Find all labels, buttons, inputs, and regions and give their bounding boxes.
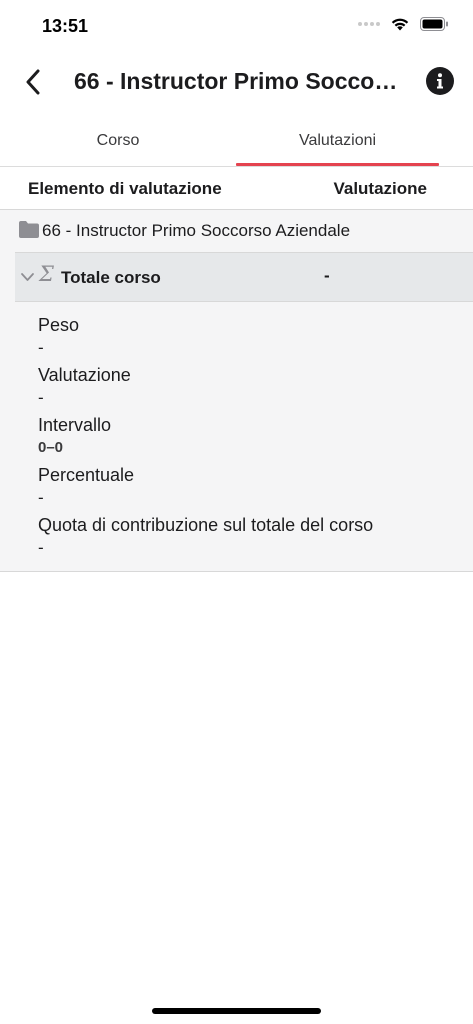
back-button[interactable]: [18, 65, 48, 99]
course-row: 66 - Instructor Primo Soccorso Aziendale: [0, 210, 473, 252]
detail-grade: Valutazione -: [38, 364, 458, 414]
info-button[interactable]: [426, 67, 454, 95]
detail-value: 0–0: [38, 439, 64, 456]
course-name: 66 - Instructor Primo Soccorso Aziendale: [42, 221, 351, 240]
tab-bar: Corso Valutazioni: [0, 115, 473, 167]
sigma-icon: Σ: [39, 262, 54, 286]
tab-valutazioni[interactable]: Valutazioni: [236, 115, 439, 167]
detail-label: Peso: [38, 315, 80, 335]
status-time: 13:51: [42, 16, 89, 36]
detail-value: -: [38, 538, 44, 557]
detail-weight: Peso -: [38, 314, 458, 364]
detail-value: -: [38, 388, 44, 407]
grades-table: 66 - Instructor Primo Soccorso Aziendale…: [0, 210, 473, 572]
chevron-left-icon: [26, 69, 40, 95]
detail-label: Percentuale: [38, 465, 135, 485]
column-header-element: Elemento di valutazione: [28, 179, 222, 198]
total-details: Peso - Valutazione - Intervallo 0–0 Perc…: [38, 314, 458, 564]
detail-label: Quota di contribuzione sul totale del co…: [38, 515, 374, 535]
column-header-grade: Valutazione: [333, 179, 427, 198]
folder-icon: [19, 221, 39, 238]
battery-icon: [420, 16, 448, 31]
detail-contribution: Quota di contribuzione sul totale del co…: [38, 514, 458, 564]
detail-percentage: Percentuale -: [38, 464, 458, 514]
table-header: Elemento di valutazione Valutazione: [0, 168, 473, 210]
navigation-bar: 66 - Instructor Primo Soccorso Aziendale: [0, 55, 473, 110]
status-icons: [358, 16, 449, 31]
total-course-value: -: [324, 266, 330, 285]
status-bar: 13:51: [0, 0, 473, 50]
detail-value: -: [38, 488, 44, 507]
wifi-icon: [391, 18, 409, 31]
detail-label: Valutazione: [38, 365, 131, 385]
tab-corso[interactable]: Corso: [0, 115, 236, 167]
chevron-down-icon[interactable]: [20, 270, 35, 284]
total-course-label: Totale corso: [61, 268, 161, 287]
detail-range: Intervallo 0–0: [38, 414, 458, 464]
info-icon: [437, 73, 443, 89]
detail-value: -: [38, 338, 44, 357]
cellular-signal-icon: [358, 21, 380, 26]
total-course-row[interactable]: Σ Totale corso -: [15, 252, 473, 302]
active-tab-indicator: [236, 163, 439, 166]
home-indicator[interactable]: [152, 1008, 321, 1014]
detail-label: Intervallo: [38, 415, 112, 435]
page-title: 66 - Instructor Primo Soccorso Aziendale: [74, 68, 404, 94]
